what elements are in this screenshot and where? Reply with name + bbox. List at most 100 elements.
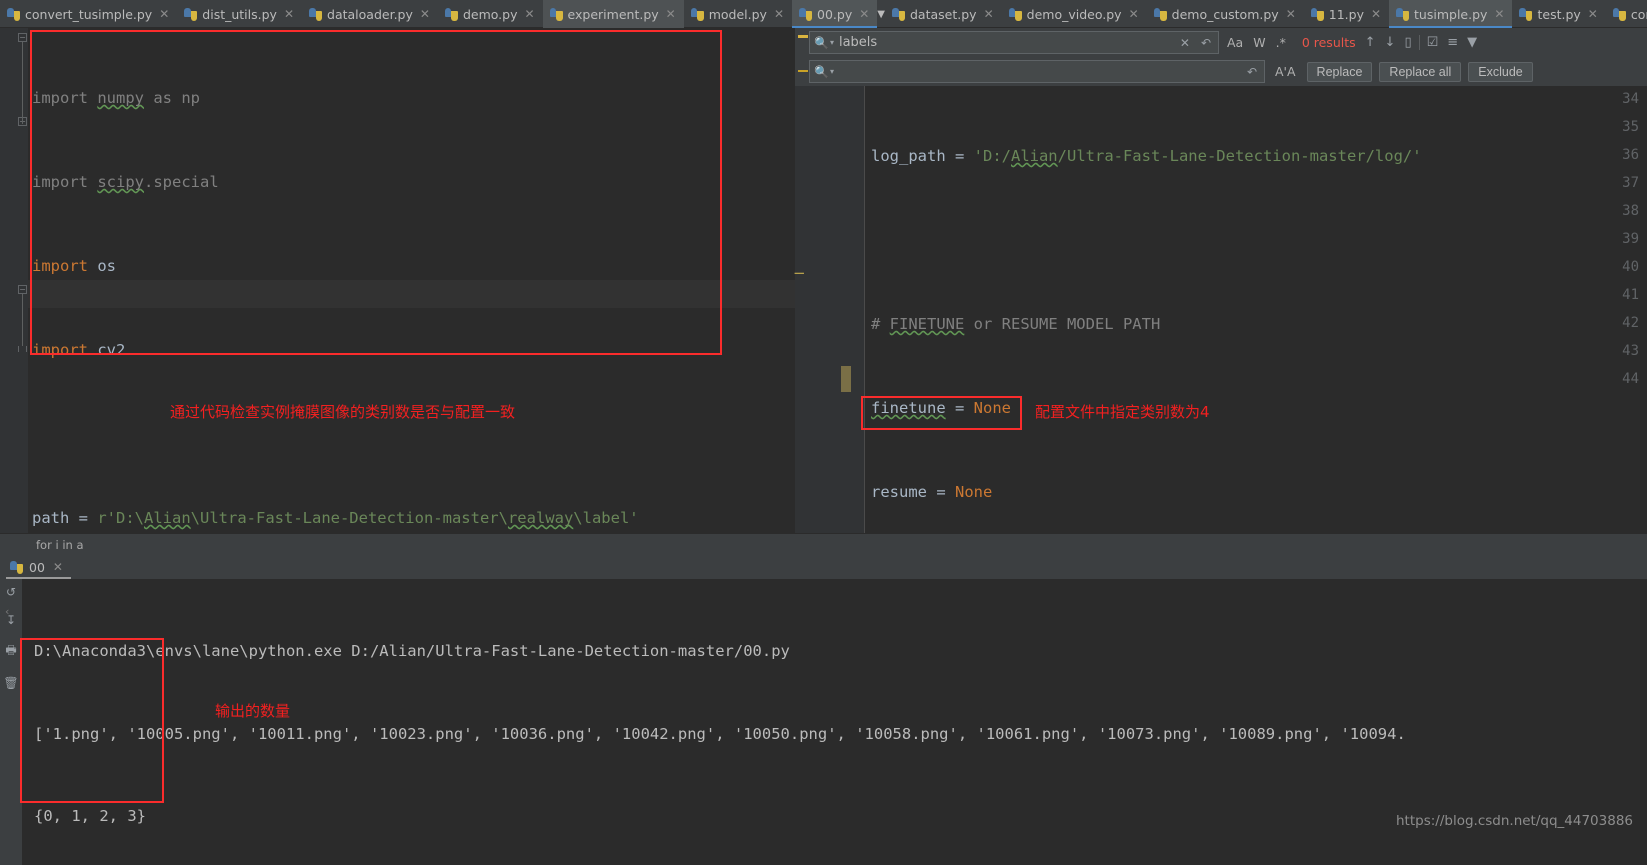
close-icon[interactable]: ✕ <box>859 8 869 20</box>
filter-lines-icon[interactable]: ≡ <box>1447 35 1458 50</box>
tab-test[interactable]: test.py ✕ <box>1512 0 1605 28</box>
tab-00[interactable]: 00.py ✕ <box>792 0 878 28</box>
replace-row: 🔍 ▾ ↶ A'A Replace Replace all Exclude <box>795 57 1647 86</box>
replace-input-wrapper[interactable]: 🔍 ▾ ↶ <box>809 60 1265 83</box>
breadcrumb-text: for i in a <box>36 537 84 552</box>
ide-window: convert_tusimple.py ✕ dist_utils.py ✕ da… <box>0 0 1647 865</box>
editor-tab-bar: convert_tusimple.py ✕ dist_utils.py ✕ da… <box>0 0 1647 28</box>
fold-marker-icon[interactable]: − <box>18 285 27 294</box>
search-input-wrapper[interactable]: 🔍▾ ✕ ↶ <box>809 31 1219 54</box>
console-collapse-icon[interactable]: ‹ <box>5 605 9 618</box>
tab-label: demo_video.py <box>1026 6 1122 22</box>
words-icon[interactable]: W <box>1249 34 1269 51</box>
close-icon[interactable]: ✕ <box>774 8 784 20</box>
run-console: 00 ✕ ↺ ↧ 🖶 🗑 D:\Anaconda3\envs\lane\pyth… <box>0 555 1647 865</box>
close-icon[interactable]: ✕ <box>1286 8 1296 20</box>
tab-experiment[interactable]: experiment.py ✕ <box>542 0 684 28</box>
console-tab-00[interactable]: 00 ✕ <box>6 555 71 579</box>
print-icon[interactable]: 🖶 <box>5 641 16 662</box>
tab-tusimple[interactable]: tusimple.py ✕ <box>1389 0 1513 28</box>
left-editor-pane[interactable]: − − − import numpy as np import scipy.sp… <box>0 28 795 863</box>
console-line-1: D:\Anaconda3\envs\lane\python.exe D:/Ali… <box>34 642 790 660</box>
line-number: 39 <box>1622 231 1639 247</box>
tab-label: dataset.py <box>910 6 977 22</box>
search-input[interactable] <box>838 35 1172 50</box>
python-file-icon <box>549 7 563 21</box>
tab-11[interactable]: 11.py ✕ <box>1304 0 1389 28</box>
close-icon[interactable]: ✕ <box>984 8 994 20</box>
console-line-2: ['1.png', '10005.png', '10011.png', '100… <box>34 724 1406 743</box>
line-number: 37 <box>1622 175 1639 191</box>
console-toolbar: ↺ ↧ 🖶 🗑 <box>0 579 22 865</box>
fold-marker-icon[interactable]: − <box>18 33 27 42</box>
trash-icon[interactable]: 🗑 <box>3 676 18 690</box>
close-icon[interactable]: ✕ <box>159 8 169 20</box>
line-number: 36 <box>1622 147 1639 163</box>
close-icon[interactable]: ✕ <box>284 8 294 20</box>
select-all-icon[interactable]: ▯ <box>1404 35 1411 50</box>
exclude-button[interactable]: Exclude <box>1468 61 1533 82</box>
arrow-up-icon[interactable]: ↑ <box>1365 35 1376 50</box>
tab-dataset[interactable]: dataset.py ✕ <box>885 0 1002 28</box>
close-icon[interactable]: ✕ <box>1494 8 1504 20</box>
tab-dist-utils[interactable]: dist_utils.py ✕ <box>177 0 302 28</box>
collapse-marker-icon[interactable]: − <box>793 266 806 281</box>
close-icon[interactable]: ✕ <box>1588 8 1598 20</box>
right-editor-pane[interactable]: 🔍▾ ✕ ↶ Aa W .* 0 results ↑ ↓ ▯ ☑ <box>793 28 1647 837</box>
line-number: 41 <box>1622 287 1639 303</box>
python-file-icon <box>444 7 458 21</box>
filter-icon[interactable]: ▼ <box>1467 35 1477 50</box>
close-icon[interactable]: ✕ <box>1129 8 1139 20</box>
python-file-icon <box>1008 7 1022 21</box>
tab-model[interactable]: model.py ✕ <box>684 0 792 28</box>
history-icon[interactable]: ↶ <box>1198 36 1214 50</box>
preserve-case-icon[interactable]: A'A <box>1271 63 1300 80</box>
python-file-icon <box>1519 7 1533 21</box>
rerun-icon[interactable]: ↺ <box>6 585 16 599</box>
tab-convert-tusimple[interactable]: convert_tusimple.py ✕ <box>0 0 177 28</box>
tab-demo-video[interactable]: demo_video.py ✕ <box>1002 0 1147 28</box>
replace-button[interactable]: Replace <box>1306 61 1373 82</box>
regex-icon[interactable]: .* <box>1272 34 1290 51</box>
python-file-icon <box>690 7 704 21</box>
close-icon[interactable]: ✕ <box>1371 8 1381 20</box>
python-file-icon <box>1153 7 1167 21</box>
tab-demo-custom[interactable]: demo_custom.py ✕ <box>1147 0 1304 28</box>
close-icon[interactable]: ✕ <box>53 561 63 573</box>
replace-input[interactable] <box>838 64 1239 79</box>
search-icon: 🔍 ▾ <box>814 35 834 50</box>
python-file-icon <box>1310 7 1324 21</box>
tab-label: 11.py <box>1328 6 1364 22</box>
find-replace-panel: 🔍▾ ✕ ↶ Aa W .* 0 results ↑ ↓ ▯ ☑ <box>795 28 1647 86</box>
console-output-highlight-box <box>20 638 164 803</box>
fold-region-line <box>22 294 23 350</box>
right-gutter[interactable] <box>795 86 865 533</box>
fold-end-icon[interactable] <box>18 346 27 352</box>
tab-label: demo.py <box>462 6 518 22</box>
replace-all-button[interactable]: Replace all <box>1379 61 1462 82</box>
divider <box>1418 35 1420 50</box>
close-icon[interactable]: ✕ <box>666 8 676 20</box>
line-number: 43 <box>1622 343 1639 359</box>
tab-constant[interactable]: constant.py ✕ <box>1606 0 1647 28</box>
watermark: https://blog.csdn.net/qq_44703886 <box>1395 813 1633 829</box>
in-comments-icon[interactable]: ☑ <box>1427 35 1439 50</box>
console-tab-label: 00 <box>29 559 45 575</box>
match-case-icon[interactable]: Aa <box>1223 34 1247 51</box>
rcode-line-38: resume = None <box>871 483 993 501</box>
python-file-icon <box>7 7 20 21</box>
right-code-area[interactable]: 34 35 36 37 38 39 40 41 42 43 44 log_pat… <box>793 86 1647 837</box>
close-icon[interactable]: ✕ <box>1177 36 1193 50</box>
close-icon[interactable]: ✕ <box>420 8 430 20</box>
right-annotation-text: 配置文件中指定类别数为4 <box>1035 403 1210 421</box>
chevron-down-icon[interactable]: ▼ <box>877 0 885 28</box>
tab-dataloader[interactable]: dataloader.py ✕ <box>302 0 438 28</box>
tab-demo[interactable]: demo.py ✕ <box>438 0 543 28</box>
python-file-icon <box>1612 7 1626 21</box>
left-gutter[interactable] <box>0 28 28 533</box>
history-icon[interactable]: ↶ <box>1244 65 1260 79</box>
python-file-icon <box>1396 7 1410 21</box>
close-icon[interactable]: ✕ <box>524 8 534 20</box>
arrow-down-icon[interactable]: ↓ <box>1385 35 1396 50</box>
